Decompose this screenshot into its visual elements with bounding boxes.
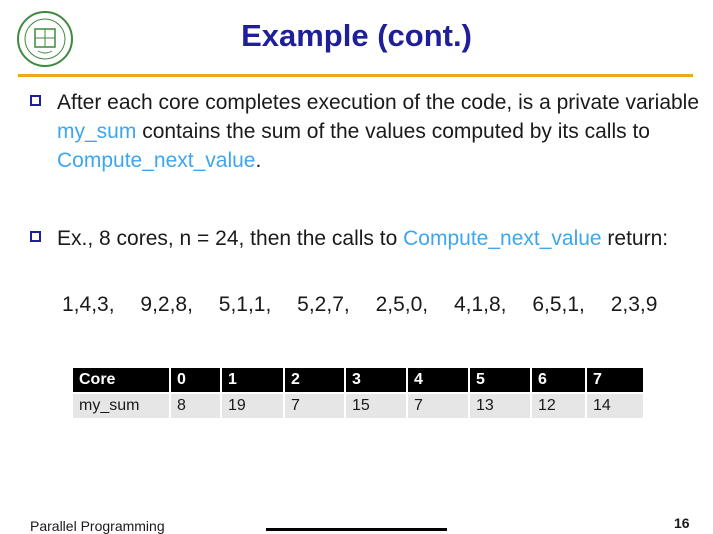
highlight-my-sum: my_sum (57, 120, 137, 143)
highlight-compute-next-value: Compute_next_value (403, 227, 602, 250)
return-values-sequence: 1,4,3, 9,2,8, 5,1,1, 5,2,7, 2,5,0, 4,1,8… (62, 293, 657, 317)
value-group: 9,2,8, (140, 293, 193, 316)
table-header-cell: 1 (222, 368, 283, 392)
table-cell: 14 (587, 394, 643, 418)
bullet-text: Ex., 8 cores, n = 24, then the calls to … (57, 227, 669, 250)
bullet-text: After each core completes execution of t… (57, 91, 700, 172)
hollow-square-bullet-icon (30, 231, 41, 242)
hollow-square-bullet-icon (30, 95, 41, 106)
table-header-cell: 3 (346, 368, 406, 392)
highlight-compute-next-value: Compute_next_value (57, 149, 256, 172)
footer-divider (266, 528, 447, 531)
footer-course-name: Parallel Programming (30, 518, 165, 534)
value-group: 5,2,7, (297, 293, 350, 316)
value-group: 5,1,1, (218, 293, 272, 316)
table-header-cell: 4 (408, 368, 468, 392)
table-cell: 7 (408, 394, 468, 418)
value-group: 6,5,1, (532, 293, 585, 316)
table-cell: 19 (222, 394, 283, 418)
value-group: 4,1,8, (453, 293, 507, 316)
table-cell: 13 (470, 394, 530, 418)
table-header-cell: 6 (532, 368, 585, 392)
table-cell: 12 (532, 394, 585, 418)
bullet-item: Ex., 8 cores, n = 24, then the calls to … (30, 224, 700, 253)
table-header-cell: Core (73, 368, 169, 392)
value-group: 2,5,0, (375, 293, 429, 316)
title-divider (18, 74, 693, 77)
bullet-item: After each core completes execution of t… (30, 88, 700, 175)
my-sum-table: Core 0 1 2 3 4 5 6 7 my_sum 8 19 7 15 7 … (71, 366, 645, 420)
value-group: 1,4,3, (62, 293, 115, 316)
page-number: 16 (674, 515, 690, 531)
value-group: 2,3,9 (610, 293, 658, 316)
table-cell: 7 (285, 394, 344, 418)
slide-title: Example (cont.) (241, 18, 472, 53)
table-header-cell: 0 (171, 368, 220, 392)
table-cell: 8 (171, 394, 220, 418)
table-header-row: Core 0 1 2 3 4 5 6 7 (73, 368, 643, 392)
table-cell: my_sum (73, 394, 169, 418)
table-header-cell: 2 (285, 368, 344, 392)
table-header-cell: 5 (470, 368, 530, 392)
table-cell: 15 (346, 394, 406, 418)
table-row: my_sum 8 19 7 15 7 13 12 14 (73, 394, 643, 418)
table-header-cell: 7 (587, 368, 643, 392)
